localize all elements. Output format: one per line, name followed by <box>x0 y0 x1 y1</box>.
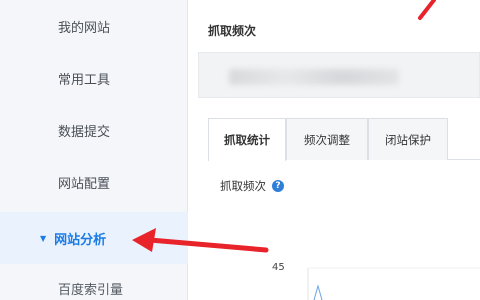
caret-down-icon: ▼ <box>40 233 47 243</box>
series-line <box>313 284 323 300</box>
chart-title: 抓取频次 ? <box>220 178 284 194</box>
sidebar-item-label: 网站分析 <box>54 232 107 248</box>
sidebar-item-index-volume[interactable]: 百度索引量 <box>0 262 188 300</box>
main-panel: 抓取频次 抓取统计 频次调整 闭站保护 抓取频次 ? 45 <box>188 0 480 300</box>
sidebar-item-label: 数据提交 <box>58 124 111 140</box>
site-selector[interactable] <box>198 52 480 98</box>
tab-frequency-adjust[interactable]: 频次调整 <box>286 118 368 160</box>
sidebar-item-label: 我的网站 <box>58 20 111 36</box>
blurred-site-name <box>229 69 399 85</box>
sidebar-item-label: 常用工具 <box>58 72 111 88</box>
tab-site-close-protect[interactable]: 闭站保护 <box>368 118 448 160</box>
sidebar: 我的网站 常用工具 数据提交 网站配置 ▼ 网站分析 百度索引量 <box>0 0 188 300</box>
tab-bar: 抓取统计 频次调整 闭站保护 <box>208 118 480 161</box>
y-tick-label: 45 <box>272 262 285 273</box>
sidebar-item-site-config[interactable]: 网站配置 <box>0 156 188 208</box>
sidebar-item-data-submit[interactable]: 数据提交 <box>0 104 188 156</box>
chart-title-text: 抓取频次 <box>220 179 266 193</box>
section-title: 抓取频次 <box>208 24 257 38</box>
sidebar-item-site-analysis[interactable]: ▼ 网站分析 <box>0 212 188 264</box>
crawl-frequency-chart <box>307 267 480 300</box>
sidebar-item-common-tools[interactable]: 常用工具 <box>0 52 188 104</box>
tab-crawl-stats[interactable]: 抓取统计 <box>208 118 286 161</box>
help-icon[interactable]: ? <box>272 180 284 192</box>
sidebar-item-label: 网站配置 <box>58 176 111 192</box>
sidebar-item-label: 百度索引量 <box>58 282 124 298</box>
sidebar-item-my-sites[interactable]: 我的网站 <box>0 0 188 52</box>
